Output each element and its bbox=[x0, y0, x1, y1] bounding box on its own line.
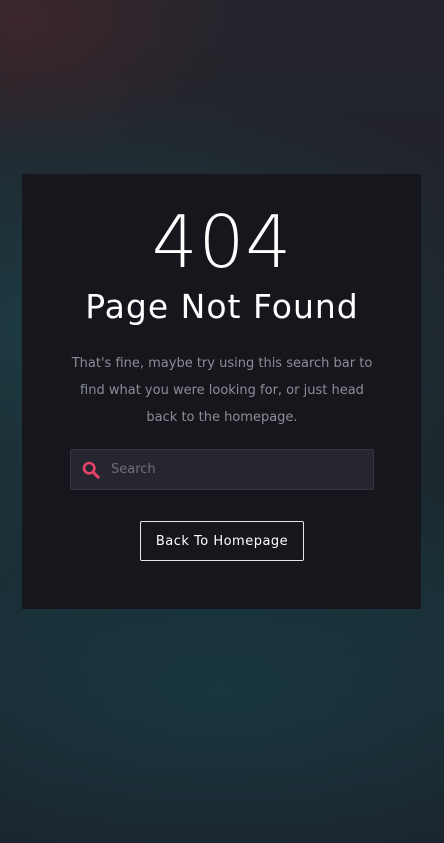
search-icon[interactable] bbox=[81, 460, 101, 480]
error-description: That's fine, maybe try using this search… bbox=[71, 356, 373, 425]
search-input[interactable] bbox=[111, 450, 373, 489]
page-title: Page Not Found bbox=[85, 287, 359, 326]
back-to-homepage-button[interactable]: Back To Homepage bbox=[140, 521, 304, 561]
search-bar[interactable] bbox=[70, 449, 374, 490]
error-code: 404 bbox=[151, 200, 293, 284]
